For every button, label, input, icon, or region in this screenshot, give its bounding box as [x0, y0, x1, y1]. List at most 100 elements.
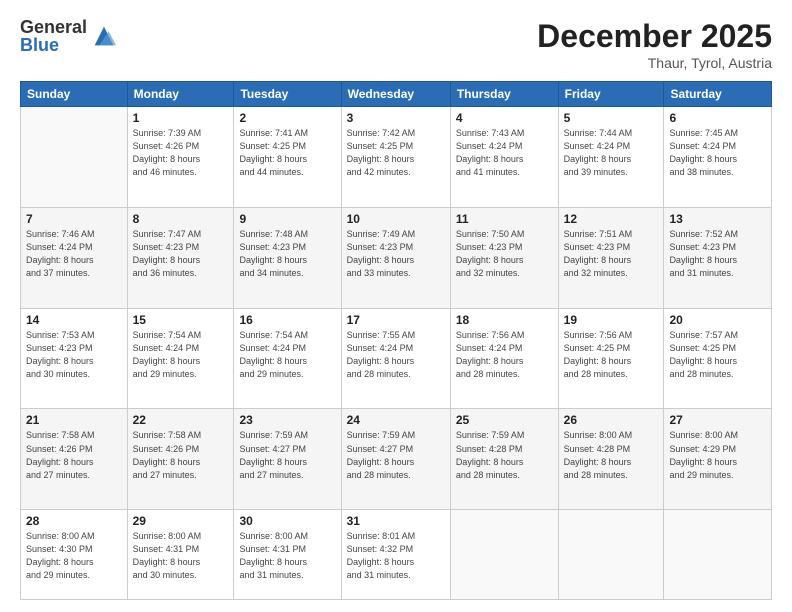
table-cell	[21, 107, 128, 208]
table-cell: 2 Sunrise: 7:41 AM Sunset: 4:25 PM Daylig…	[234, 107, 341, 208]
table-cell: 13 Sunrise: 7:52 AM Sunset: 4:23 PM Dayli…	[664, 207, 772, 308]
table-cell: 24 Sunrise: 7:59 AM Sunset: 4:27 PM Dayli…	[341, 409, 450, 510]
day-info: Sunrise: 7:56 AM Sunset: 4:25 PM Dayligh…	[564, 329, 659, 381]
table-cell: 9 Sunrise: 7:48 AM Sunset: 4:23 PM Daylig…	[234, 207, 341, 308]
day-number: 16	[239, 313, 335, 327]
day-number: 24	[347, 413, 445, 427]
day-number: 3	[347, 111, 445, 125]
day-info: Sunrise: 7:56 AM Sunset: 4:24 PM Dayligh…	[456, 329, 553, 381]
day-number: 25	[456, 413, 553, 427]
header-sunday: Sunday	[21, 82, 128, 107]
table-cell: 10Sunrise: 7:49 AM Sunset: 4:23 PM Dayli…	[341, 207, 450, 308]
title-block: December 2025 Thaur, Tyrol, Austria	[537, 18, 772, 71]
logo-general-text: General	[20, 18, 87, 36]
header-monday: Monday	[127, 82, 234, 107]
day-number: 5	[564, 111, 659, 125]
day-info: Sunrise: 7:42 AM Sunset: 4:25 PM Dayligh…	[347, 127, 445, 179]
location: Thaur, Tyrol, Austria	[537, 55, 772, 71]
month-title: December 2025	[537, 18, 772, 55]
table-cell: 27Sunrise: 8:00 AM Sunset: 4:29 PM Dayli…	[664, 409, 772, 510]
day-number: 26	[564, 413, 659, 427]
day-info: Sunrise: 8:00 AM Sunset: 4:28 PM Dayligh…	[564, 429, 659, 481]
day-info: Sunrise: 8:00 AM Sunset: 4:30 PM Dayligh…	[26, 530, 122, 582]
table-cell: 5 Sunrise: 7:44 AM Sunset: 4:24 PM Daylig…	[558, 107, 664, 208]
day-info: Sunrise: 7:41 AM Sunset: 4:25 PM Dayligh…	[239, 127, 335, 179]
day-number: 18	[456, 313, 553, 327]
day-info: Sunrise: 7:48 AM Sunset: 4:23 PM Dayligh…	[239, 228, 335, 280]
day-number: 20	[669, 313, 766, 327]
day-number: 29	[133, 514, 229, 528]
day-info: Sunrise: 8:00 AM Sunset: 4:31 PM Dayligh…	[133, 530, 229, 582]
day-info: Sunrise: 7:59 AM Sunset: 4:27 PM Dayligh…	[347, 429, 445, 481]
day-number: 15	[133, 313, 229, 327]
day-info: Sunrise: 8:01 AM Sunset: 4:32 PM Dayligh…	[347, 530, 445, 582]
table-cell: 25 Sunrise: 7:59 AM Sunset: 4:28 PM Dayli…	[450, 409, 558, 510]
table-cell: 7Sunrise: 7:46 AM Sunset: 4:24 PM Daylig…	[21, 207, 128, 308]
table-cell: 19 Sunrise: 7:56 AM Sunset: 4:25 PM Dayli…	[558, 308, 664, 409]
calendar-body: 1Sunrise: 7:39 AM Sunset: 4:26 PM Daylig…	[21, 107, 772, 600]
day-info: Sunrise: 7:39 AM Sunset: 4:26 PM Dayligh…	[133, 127, 229, 179]
table-cell: 1Sunrise: 7:39 AM Sunset: 4:26 PM Daylig…	[127, 107, 234, 208]
day-number: 19	[564, 313, 659, 327]
day-number: 30	[239, 514, 335, 528]
day-number: 2	[239, 111, 335, 125]
table-cell: 11Sunrise: 7:50 AM Sunset: 4:23 PM Dayli…	[450, 207, 558, 308]
table-cell: 8 Sunrise: 7:47 AM Sunset: 4:23 PM Daylig…	[127, 207, 234, 308]
day-info: Sunrise: 7:59 AM Sunset: 4:28 PM Dayligh…	[456, 429, 553, 481]
table-cell: 6Sunrise: 7:45 AM Sunset: 4:24 PM Daylig…	[664, 107, 772, 208]
day-info: Sunrise: 7:53 AM Sunset: 4:23 PM Dayligh…	[26, 329, 122, 381]
day-number: 8	[133, 212, 229, 226]
table-cell	[450, 510, 558, 600]
day-number: 14	[26, 313, 122, 327]
logo-icon	[90, 22, 118, 50]
calendar-row: 7Sunrise: 7:46 AM Sunset: 4:24 PM Daylig…	[21, 207, 772, 308]
table-cell: 28Sunrise: 8:00 AM Sunset: 4:30 PM Dayli…	[21, 510, 128, 600]
table-cell: 26 Sunrise: 8:00 AM Sunset: 4:28 PM Dayli…	[558, 409, 664, 510]
calendar-row: 28Sunrise: 8:00 AM Sunset: 4:30 PM Dayli…	[21, 510, 772, 600]
day-info: Sunrise: 7:49 AM Sunset: 4:23 PM Dayligh…	[347, 228, 445, 280]
header-saturday: Saturday	[664, 82, 772, 107]
day-info: Sunrise: 7:43 AM Sunset: 4:24 PM Dayligh…	[456, 127, 553, 179]
logo: General Blue	[20, 18, 118, 54]
table-cell: 31Sunrise: 8:01 AM Sunset: 4:32 PM Dayli…	[341, 510, 450, 600]
calendar-row: 14 Sunrise: 7:53 AM Sunset: 4:23 PM Dayli…	[21, 308, 772, 409]
calendar-row: 1Sunrise: 7:39 AM Sunset: 4:26 PM Daylig…	[21, 107, 772, 208]
day-info: Sunrise: 7:52 AM Sunset: 4:23 PM Dayligh…	[669, 228, 766, 280]
table-cell: 18 Sunrise: 7:56 AM Sunset: 4:24 PM Dayli…	[450, 308, 558, 409]
table-cell: 15 Sunrise: 7:54 AM Sunset: 4:24 PM Dayli…	[127, 308, 234, 409]
table-cell: 17Sunrise: 7:55 AM Sunset: 4:24 PM Dayli…	[341, 308, 450, 409]
day-info: Sunrise: 7:58 AM Sunset: 4:26 PM Dayligh…	[133, 429, 229, 481]
table-cell: 29 Sunrise: 8:00 AM Sunset: 4:31 PM Dayli…	[127, 510, 234, 600]
day-number: 6	[669, 111, 766, 125]
day-number: 4	[456, 111, 553, 125]
day-info: Sunrise: 7:47 AM Sunset: 4:23 PM Dayligh…	[133, 228, 229, 280]
table-cell: 12Sunrise: 7:51 AM Sunset: 4:23 PM Dayli…	[558, 207, 664, 308]
header-wednesday: Wednesday	[341, 82, 450, 107]
day-number: 7	[26, 212, 122, 226]
day-info: Sunrise: 7:54 AM Sunset: 4:24 PM Dayligh…	[133, 329, 229, 381]
day-number: 23	[239, 413, 335, 427]
table-cell: 16Sunrise: 7:54 AM Sunset: 4:24 PM Dayli…	[234, 308, 341, 409]
days-header-row: Sunday Monday Tuesday Wednesday Thursday…	[21, 82, 772, 107]
day-info: Sunrise: 7:55 AM Sunset: 4:24 PM Dayligh…	[347, 329, 445, 381]
day-info: Sunrise: 7:44 AM Sunset: 4:24 PM Dayligh…	[564, 127, 659, 179]
day-info: Sunrise: 7:58 AM Sunset: 4:26 PM Dayligh…	[26, 429, 122, 481]
day-info: Sunrise: 7:51 AM Sunset: 4:23 PM Dayligh…	[564, 228, 659, 280]
calendar-table: Sunday Monday Tuesday Wednesday Thursday…	[20, 81, 772, 600]
calendar-row: 21 Sunrise: 7:58 AM Sunset: 4:26 PM Dayli…	[21, 409, 772, 510]
day-info: Sunrise: 8:00 AM Sunset: 4:31 PM Dayligh…	[239, 530, 335, 582]
table-cell: 22 Sunrise: 7:58 AM Sunset: 4:26 PM Dayli…	[127, 409, 234, 510]
day-number: 22	[133, 413, 229, 427]
day-info: Sunrise: 7:59 AM Sunset: 4:27 PM Dayligh…	[239, 429, 335, 481]
table-cell	[664, 510, 772, 600]
table-cell: 4 Sunrise: 7:43 AM Sunset: 4:24 PM Daylig…	[450, 107, 558, 208]
table-cell: 20 Sunrise: 7:57 AM Sunset: 4:25 PM Dayli…	[664, 308, 772, 409]
day-number: 27	[669, 413, 766, 427]
table-cell: 23 Sunrise: 7:59 AM Sunset: 4:27 PM Dayli…	[234, 409, 341, 510]
calendar-header: Sunday Monday Tuesday Wednesday Thursday…	[21, 82, 772, 107]
day-info: Sunrise: 7:57 AM Sunset: 4:25 PM Dayligh…	[669, 329, 766, 381]
day-info: Sunrise: 7:50 AM Sunset: 4:23 PM Dayligh…	[456, 228, 553, 280]
day-number: 9	[239, 212, 335, 226]
day-number: 21	[26, 413, 122, 427]
day-number: 13	[669, 212, 766, 226]
